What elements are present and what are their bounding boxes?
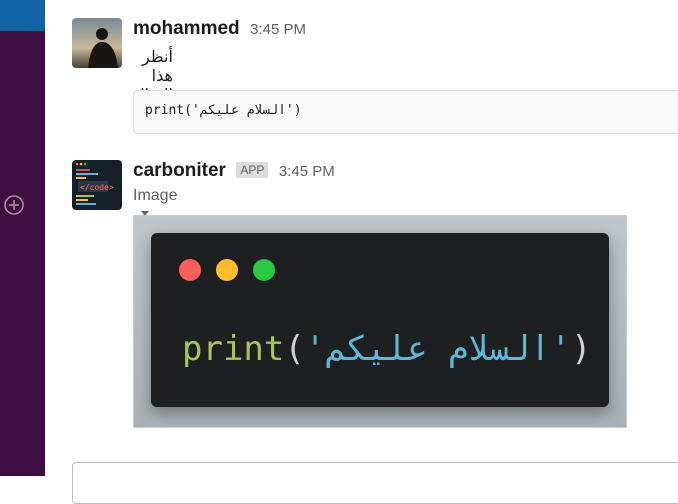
carbon-window: print('السلام عليكم') (151, 233, 609, 407)
message-header: carboniter APP 3:45 PM (133, 160, 335, 182)
timestamp[interactable]: 3:45 PM (250, 21, 306, 38)
code-string: 'السلام عليكم' (304, 329, 571, 369)
rendered-code: print('السلام عليكم') (182, 329, 591, 369)
sidebar-active-item[interactable] (0, 0, 45, 31)
code-snippet: print('السلام عليكم') (133, 90, 678, 134)
message-pane: mohammed 3:45 PM أنظر هذا المثال print('… (45, 0, 678, 504)
timestamp[interactable]: 3:45 PM (279, 163, 335, 180)
message-input[interactable] (72, 462, 678, 504)
image-attachment[interactable]: print('السلام عليكم') (133, 215, 627, 428)
username[interactable]: mohammed (133, 18, 240, 39)
code-function: print (182, 329, 285, 369)
username[interactable]: carboniter (133, 160, 226, 181)
green-dot-icon (253, 259, 275, 281)
app-avatar[interactable]: </code> (72, 160, 122, 210)
code-close-paren: ) (570, 329, 592, 369)
yellow-dot-icon (216, 259, 238, 281)
avatar[interactable] (72, 18, 122, 68)
red-dot-icon (179, 259, 201, 281)
attachment-label: Image (133, 187, 178, 204)
app-badge: APP (236, 162, 269, 178)
message-header: mohammed 3:45 PM (133, 18, 306, 40)
code-open-paren: ( (284, 329, 305, 369)
plus-circle-icon[interactable] (3, 194, 25, 216)
svg-text:</code>: </code> (80, 183, 114, 192)
sidebar (0, 0, 45, 476)
